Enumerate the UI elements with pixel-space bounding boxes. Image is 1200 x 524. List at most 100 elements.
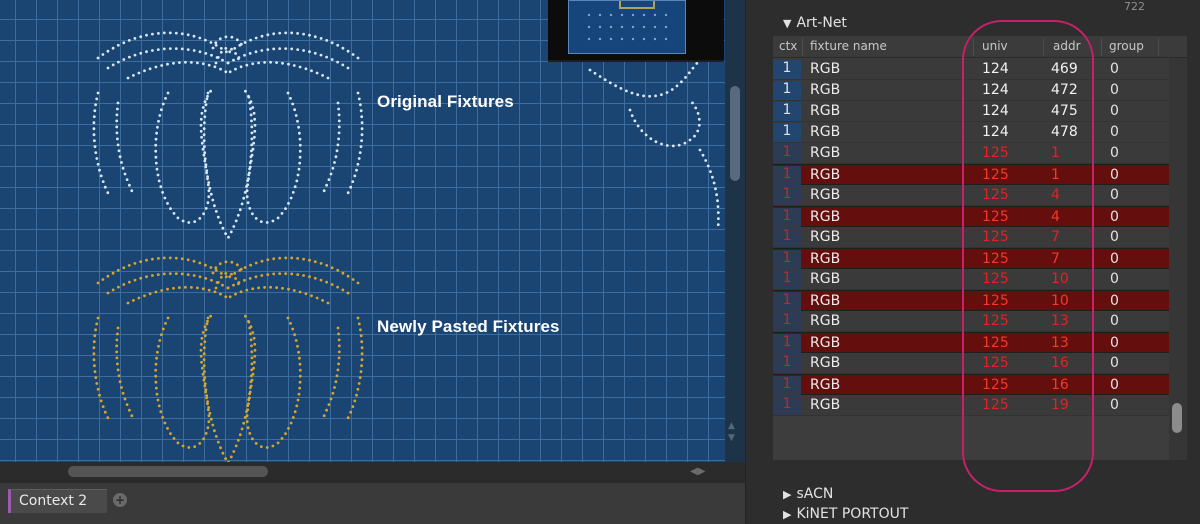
table-row[interactable]: 1 RGB 124 478 0: [773, 122, 1169, 143]
fixture-name-cell: RGB: [810, 82, 841, 98]
tab-context-2[interactable]: Context 2: [8, 489, 107, 513]
ctx-cell: 1: [773, 334, 801, 353]
addr-cell: 10: [1051, 271, 1069, 287]
univ-cell: 125: [982, 397, 1009, 413]
table-vertical-scrollbar[interactable]: [1169, 58, 1187, 460]
univ-cell: 125: [982, 187, 1009, 203]
ctx-cell: 1: [773, 166, 801, 185]
table-row[interactable]: 1 RGB 125 7 0: [773, 227, 1169, 248]
fixture-name-cell: RGB: [810, 124, 841, 140]
section-artnet-header[interactable]: ▼ Art-Net: [783, 15, 847, 31]
triangle-right-icon: ▶: [783, 488, 792, 501]
table-row[interactable]: 1 RGB 125 16 0: [773, 353, 1169, 374]
scroll-arrows-horizontal-icon[interactable]: ◀▶: [690, 466, 705, 477]
ctx-cell: 1: [773, 102, 801, 121]
canvas-vertical-scroll-thumb[interactable]: [730, 86, 740, 181]
univ-cell: 125: [982, 313, 1009, 329]
ctx-cell: 1: [773, 123, 801, 142]
addr-cell: 10: [1051, 293, 1069, 309]
column-divider: [802, 38, 803, 56]
table-row[interactable]: 1 RGB 125 7 0: [773, 248, 1169, 269]
fixture-name-cell: RGB: [810, 187, 841, 203]
app-window: Original Fixtures Newly Pasted Fixtures …: [0, 0, 1200, 524]
addr-cell: 472: [1051, 82, 1078, 98]
fixture-canvas[interactable]: Original Fixtures Newly Pasted Fixtures …: [0, 0, 745, 462]
addr-cell: 1: [1051, 167, 1060, 183]
table-row[interactable]: 1 RGB 125 19 0: [773, 395, 1169, 416]
fixture-count: 722: [1124, 0, 1145, 13]
navigator-thumbnail[interactable]: [548, 0, 724, 62]
table-row[interactable]: 1 RGB 125 4 0: [773, 206, 1169, 227]
table-row[interactable]: 1 RGB 125 1 0: [773, 164, 1169, 185]
column-header-group[interactable]: group: [1109, 39, 1144, 53]
addr-cell: 16: [1051, 377, 1069, 393]
scroll-arrows-icon[interactable]: ▲ ▼: [728, 420, 735, 444]
patch-panel: 722 ▼ Art-Net ctx fixture name univ addr …: [745, 0, 1200, 524]
canvas-vertical-scrollbar[interactable]: ▲ ▼: [725, 0, 745, 462]
group-cell: 0: [1110, 293, 1119, 309]
table-row[interactable]: 1 RGB 125 16 0: [773, 374, 1169, 395]
group-cell: 0: [1110, 313, 1119, 329]
table-row[interactable]: 1 RGB 124 472 0: [773, 80, 1169, 101]
table-row[interactable]: 1 RGB 125 13 0: [773, 332, 1169, 353]
fixture-name-cell: RGB: [810, 103, 841, 119]
table-row[interactable]: 1 RGB 125 13 0: [773, 311, 1169, 332]
addr-cell: 19: [1051, 397, 1069, 413]
group-cell: 0: [1110, 82, 1119, 98]
ctx-cell: 1: [773, 144, 801, 163]
table-row[interactable]: 1 RGB 125 1 0: [773, 143, 1169, 164]
group-cell: 0: [1110, 251, 1119, 267]
univ-cell: 125: [982, 335, 1009, 351]
univ-cell: 125: [982, 229, 1009, 245]
group-cell: 0: [1110, 187, 1119, 203]
navigator-viewport-box[interactable]: [619, 1, 655, 9]
canvas-horizontal-scrollbar[interactable]: ◀▶: [0, 462, 745, 482]
group-cell: 0: [1110, 209, 1119, 225]
ctx-cell: 1: [773, 312, 801, 331]
column-divider: [973, 38, 974, 56]
fixture-name-cell: RGB: [810, 209, 841, 225]
univ-cell: 125: [982, 145, 1009, 161]
table-row[interactable]: 1 RGB 124 469 0: [773, 59, 1169, 80]
column-header-ctx[interactable]: ctx: [779, 39, 797, 53]
column-header-univ[interactable]: univ: [982, 39, 1008, 53]
ctx-cell: 1: [773, 81, 801, 100]
fixture-table: ctx fixture name univ addr group 1 RGB 124…: [773, 36, 1187, 460]
group-cell: 0: [1110, 145, 1119, 161]
canvas-horizontal-scroll-thumb[interactable]: [68, 466, 268, 477]
univ-cell: 124: [982, 124, 1009, 140]
table-row[interactable]: 1 RGB 125 4 0: [773, 185, 1169, 206]
fixture-name-cell: RGB: [810, 313, 841, 329]
group-cell: 0: [1110, 124, 1119, 140]
fixture-name-cell: RGB: [810, 271, 841, 287]
univ-cell: 125: [982, 271, 1009, 287]
fixture-name-cell: RGB: [810, 229, 841, 245]
table-scroll-thumb[interactable]: [1172, 403, 1182, 433]
context-tab-bar: Context 2 +: [0, 482, 745, 524]
univ-cell: 124: [982, 103, 1009, 119]
group-cell: 0: [1110, 271, 1119, 287]
ctx-cell: 1: [773, 292, 801, 311]
table-row[interactable]: 1 RGB 125 10 0: [773, 290, 1169, 311]
column-header-fixture-name[interactable]: fixture name: [810, 39, 887, 53]
ctx-cell: 1: [773, 208, 801, 227]
table-header: ctx fixture name univ addr group: [773, 36, 1187, 58]
section-sacn-header[interactable]: ▶ sACN: [783, 486, 833, 502]
plus-icon[interactable]: +: [113, 493, 127, 507]
univ-cell: 125: [982, 167, 1009, 183]
column-header-addr[interactable]: addr: [1053, 39, 1081, 53]
addr-cell: 1: [1051, 145, 1060, 161]
ctx-cell: 1: [773, 228, 801, 247]
pasted-fixtures-label: Newly Pasted Fixtures: [377, 317, 560, 336]
univ-cell: 125: [982, 251, 1009, 267]
section-artnet-label: Art-Net: [796, 15, 847, 31]
section-kinet-label: KiNET PORTOUT: [796, 506, 909, 522]
fixture-name-cell: RGB: [810, 397, 841, 413]
section-kinet-header[interactable]: ▶ KiNET PORTOUT: [783, 506, 908, 522]
fixture-name-cell: RGB: [810, 355, 841, 371]
triangle-right-icon: ▶: [783, 508, 792, 521]
table-row[interactable]: 1 RGB 124 475 0: [773, 101, 1169, 122]
ctx-cell: 1: [773, 60, 801, 79]
triangle-down-icon: ▼: [783, 17, 792, 30]
table-row[interactable]: 1 RGB 125 10 0: [773, 269, 1169, 290]
